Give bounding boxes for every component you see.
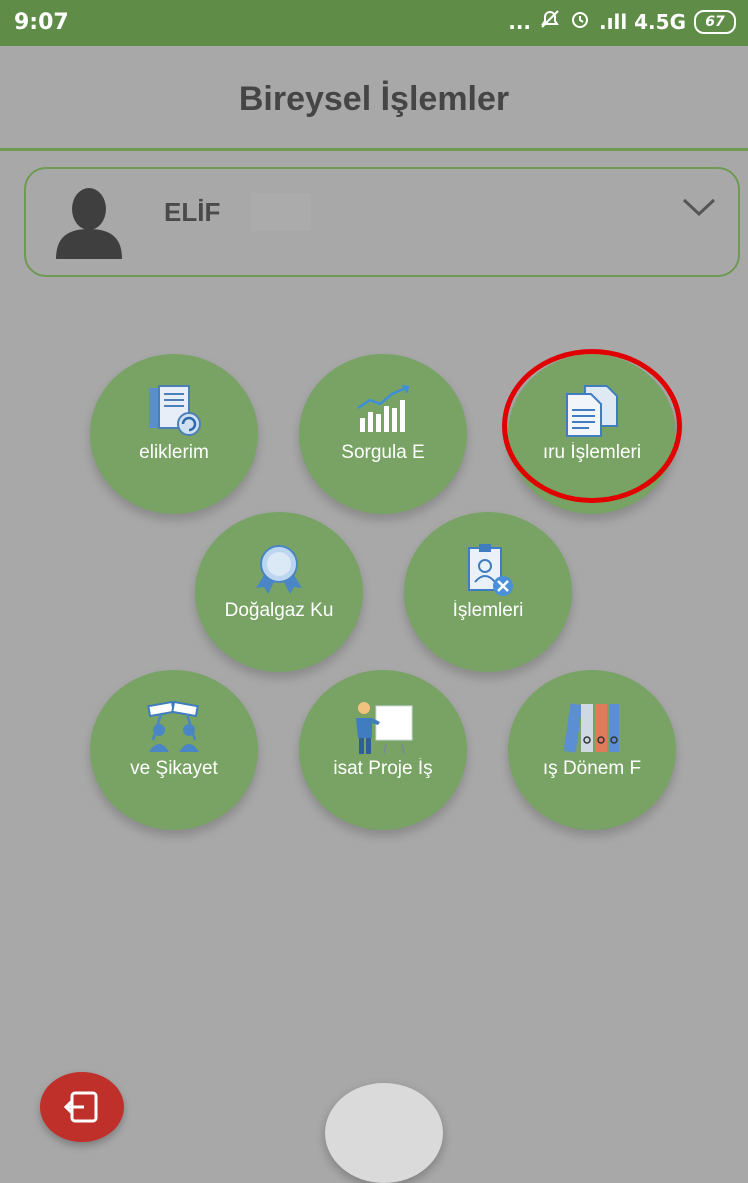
menu-item-label: eliklerim — [139, 442, 209, 463]
menu-item-past-period[interactable]: ış Dönem F — [508, 670, 676, 830]
more-notifications-icon: ... — [508, 9, 532, 34]
highlight-circle — [502, 349, 682, 503]
logout-icon — [64, 1091, 98, 1123]
status-time: 9:07 — [14, 10, 69, 35]
status-indicators: ... .ıll 4.5G 67 — [508, 8, 736, 35]
menu-item-label: İşlemleri — [452, 600, 524, 621]
redacted-surname — [251, 193, 311, 231]
avatar — [54, 187, 124, 264]
user-name: ELİF — [164, 197, 221, 227]
subscriptions-icon — [143, 384, 205, 443]
logout-button[interactable] — [40, 1072, 124, 1142]
menu-item-label: isat Proje İş — [333, 758, 433, 779]
menu-item-complaint[interactable]: ve Şikayet — [90, 670, 258, 830]
award-icon — [248, 542, 310, 601]
cancel-subscription-icon — [457, 542, 519, 605]
silent-icon — [539, 8, 561, 35]
chart-icon — [352, 384, 414, 443]
alarm-icon — [569, 8, 591, 35]
chevron-down-icon[interactable] — [682, 197, 716, 222]
menu-item-label: ış Dönem F — [542, 758, 642, 779]
menu-item-label: ve Şikayet — [130, 758, 218, 779]
user-selector[interactable]: ELİF — [24, 167, 740, 277]
menu-item-cancel-subscription[interactable]: İşlemleri — [404, 512, 572, 672]
signal-icon: .ıll 4.5G — [599, 9, 686, 34]
menu-item-installation-project[interactable]: isat Proje İş — [299, 670, 467, 830]
menu-item-gas-usage[interactable]: Doğalgaz Ku — [195, 512, 363, 672]
presentation-icon — [350, 700, 416, 763]
header-divider — [0, 148, 748, 151]
menu-item-query[interactable]: Sorgula E — [299, 354, 467, 514]
complaint-icon — [143, 700, 205, 759]
home-button[interactable] — [325, 1083, 443, 1183]
menu-item-label: Sorgula E — [341, 442, 425, 463]
battery-icon: 67 — [694, 9, 736, 34]
page-title: Bireysel İşlemler — [238, 80, 510, 118]
binders-icon — [561, 700, 623, 763]
menu-item-subscriptions[interactable]: eliklerim — [90, 354, 258, 514]
status-bar: 9:07 ... .ıll 4.5G 67 — [0, 0, 748, 46]
menu-item-label: Doğalgaz Ku — [224, 600, 334, 621]
